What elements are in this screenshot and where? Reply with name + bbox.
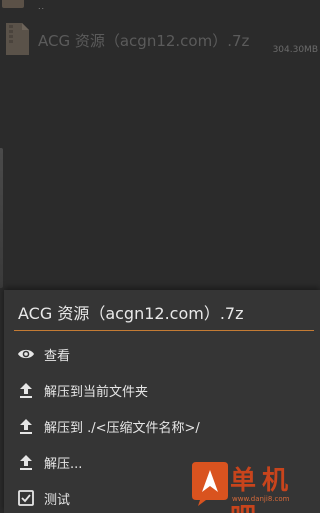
file-list-item[interactable]: ACG 资源（acgn12.com）.7z 304.30MB — [0, 18, 320, 62]
checkbox-icon — [18, 490, 34, 506]
menu-item-label: 解压到 ./<压缩文件名称>/ — [44, 421, 200, 436]
file-size: 304.30MB — [272, 45, 318, 55]
sheet-divider — [14, 330, 314, 331]
parent-folder-row[interactable]: .. — [0, 0, 320, 14]
menu-item-label: 查看 — [44, 349, 71, 364]
upload-icon — [20, 455, 32, 470]
file-name: ACG 资源（acgn12.com）.7z — [38, 32, 250, 50]
menu-item-extract-to-folder[interactable]: 解压到 ./<压缩文件名称>/ — [4, 408, 320, 444]
watermark-url: www.danji8.com — [232, 495, 290, 503]
sheet-title: ACG 资源（acgn12.com）.7z — [18, 304, 244, 323]
menu-item-label: 解压到当前文件夹 — [44, 385, 149, 400]
menu-item-extract-here[interactable]: 解压到当前文件夹 — [4, 372, 320, 408]
folder-icon — [2, 0, 24, 8]
watermark-emblem-icon — [192, 462, 228, 506]
watermark-text: 单机吧 — [230, 466, 295, 513]
menu-item-label: 解压... — [44, 457, 83, 472]
parent-folder-label: .. — [38, 2, 46, 11]
menu-item-view[interactable]: 查看 — [4, 336, 320, 372]
watermark-logo: 单机吧 www.danji8.com — [192, 458, 316, 513]
upload-icon — [20, 419, 32, 434]
eye-icon — [18, 349, 34, 359]
screen: .. ACG 资源（acgn12.com）.7z 304.30MB ACG 资源… — [0, 0, 320, 513]
scrollbar[interactable] — [0, 148, 3, 288]
menu-item-label: 测试 — [44, 493, 71, 508]
archive-file-icon — [6, 23, 29, 55]
upload-icon — [20, 383, 32, 398]
